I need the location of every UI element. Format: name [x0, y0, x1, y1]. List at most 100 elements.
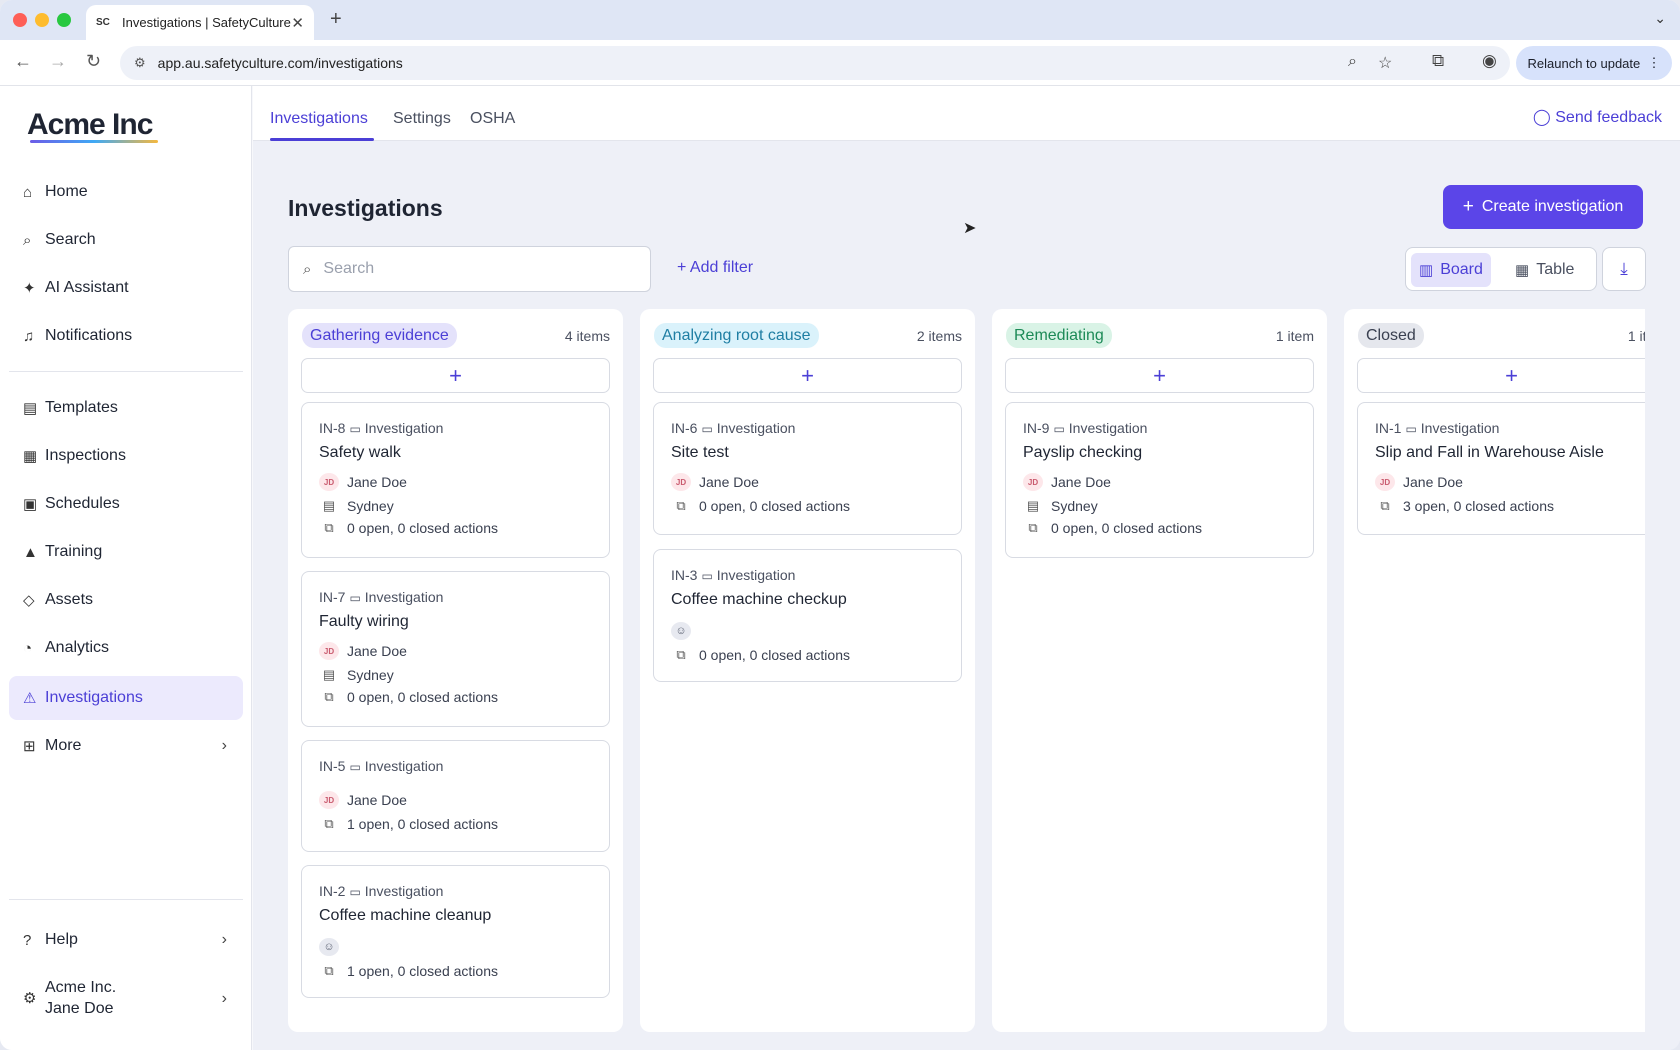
plus-icon: +: [677, 259, 687, 276]
table-view-button[interactable]: ▦ Table: [1507, 253, 1582, 287]
tag-icon: ▭: [349, 885, 361, 899]
actions-icon: ⧉: [324, 816, 334, 831]
sidebar-item-inspections[interactable]: ▦ Inspections: [9, 434, 243, 478]
search-input[interactable]: ⌕ Search: [288, 246, 651, 292]
assignee-row: JD Jane Doe: [319, 642, 407, 660]
relaunch-label: Relaunch to update: [1527, 55, 1641, 71]
sidebar-item-assets[interactable]: ◇ Assets: [9, 578, 243, 622]
investigation-card[interactable]: IN-9 ▭ Investigation Payslip checking JD Ja…: [1005, 402, 1314, 558]
back-icon[interactable]: ←: [14, 51, 32, 72]
calendar-icon: ▣: [23, 496, 38, 513]
add-filter-button[interactable]: + Add filter: [677, 259, 753, 277]
pie-chart-icon: ◔: [23, 639, 33, 657]
relaunch-button[interactable]: Relaunch to update ⋮: [1516, 46, 1672, 80]
tag-icon: ▭: [1405, 422, 1417, 436]
actions-summary: 1 open, 0 closed actions: [347, 816, 498, 832]
investigation-card[interactable]: IN-2 ▭ Investigation Coffee machine cleanu…: [301, 865, 610, 998]
address-bar[interactable]: ⚙ app.au.safetyculture.com/investigation…: [120, 46, 1510, 80]
sidebar-item-notifications[interactable]: ♫ Notifications: [9, 314, 243, 358]
card-id: IN-9: [1023, 420, 1050, 436]
new-tab-icon[interactable]: +: [330, 8, 342, 31]
help-icon: ?: [23, 931, 32, 949]
close-tab-icon[interactable]: ✕: [291, 14, 304, 32]
actions-icon: ⧉: [324, 520, 334, 535]
investigation-card[interactable]: IN-7 ▭ Investigation Faulty wiring JD Jane …: [301, 571, 610, 727]
card-id: IN-8: [319, 420, 346, 436]
create-investigation-button[interactable]: + Create investigation: [1443, 185, 1643, 229]
tag-icon: ▭: [701, 569, 713, 583]
add-card-button[interactable]: +: [301, 358, 610, 393]
tab-osha[interactable]: OSHA: [470, 110, 515, 128]
board-column: Analyzing root cause 2 items + IN-6 ▭ Inve…: [640, 309, 975, 1032]
card-meta: IN-6 ▭ Investigation: [671, 420, 795, 436]
card-title: Coffee machine cleanup: [319, 907, 492, 924]
assignee-row: ☺: [319, 938, 347, 956]
send-feedback-link[interactable]: ◯ Send feedback: [1533, 107, 1662, 127]
assignee-name: Jane Doe: [347, 474, 407, 490]
sidebar-divider: [9, 371, 243, 372]
investigation-card[interactable]: IN-3 ▭ Investigation Coffee machine checku…: [653, 549, 962, 682]
sidebar-item-label: Training: [45, 543, 103, 560]
investigation-card[interactable]: IN-1 ▭ Investigation Slip and Fall in Ware…: [1357, 402, 1645, 535]
site-info-icon[interactable]: ⚙: [134, 55, 146, 71]
assignee-row: JD Jane Doe: [319, 791, 407, 809]
add-card-button[interactable]: +: [1005, 358, 1314, 393]
card-meta: IN-5 ▭ Investigation: [319, 758, 443, 774]
reload-icon[interactable]: ↻: [86, 51, 101, 72]
search-placeholder: Search: [323, 260, 375, 277]
tab-bar: SC Investigations | SafetyCulture ✕ + ⌄: [0, 0, 1680, 40]
sidebar-item-analytics[interactable]: ◔ Analytics: [9, 626, 243, 670]
sidebar-item-search[interactable]: ⌕ Search: [9, 218, 243, 262]
minimize-window-icon[interactable]: [35, 13, 49, 27]
tab-investigations[interactable]: Investigations: [270, 110, 368, 128]
zoom-icon[interactable]: ⌕: [1348, 53, 1357, 71]
maximize-window-icon[interactable]: [57, 13, 71, 27]
star-icon[interactable]: ☆: [1378, 53, 1392, 73]
logo[interactable]: Acme Inc: [27, 108, 153, 142]
location-row: ▤ Sydney: [319, 497, 394, 515]
item-count: 1 item: [1275, 328, 1314, 344]
ai-sparkle-icon: ✦: [23, 280, 36, 297]
sidebar-item-templates[interactable]: ▤ Templates: [9, 386, 243, 430]
account-menu[interactable]: ⚙ Acme Inc. Jane Doe ›: [9, 972, 243, 1024]
forward-icon[interactable]: →: [49, 51, 67, 72]
profile-icon[interactable]: ◉: [1482, 51, 1497, 71]
sidebar-item-help[interactable]: ? Help ›: [9, 918, 243, 962]
avatar: JD: [319, 642, 339, 660]
investigation-card[interactable]: IN-8 ▭ Investigation Safety walk JD Jane Do…: [301, 402, 610, 558]
card-id: IN-7: [319, 589, 346, 605]
card-title: Coffee machine checkup: [671, 591, 847, 608]
sidebar-item-label: Analytics: [45, 639, 110, 656]
tab-search-chevron-icon[interactable]: ⌄: [1654, 10, 1666, 27]
assignee-row: JD Jane Doe: [1023, 473, 1111, 491]
actions-summary: 0 open, 0 closed actions: [699, 498, 850, 514]
browser-tab[interactable]: SC Investigations | SafetyCulture ✕: [86, 5, 314, 40]
board-view-button[interactable]: ▥ Board: [1411, 253, 1491, 287]
status-badge: Analyzing root cause: [654, 323, 819, 348]
download-button[interactable]: ⤓: [1602, 247, 1646, 291]
extensions-icon[interactable]: ⧉: [1432, 51, 1444, 71]
feedback-label: Send feedback: [1555, 109, 1662, 126]
cube-icon: ◇: [23, 592, 35, 609]
investigation-card[interactable]: IN-6 ▭ Investigation Site test JD Jane Doe …: [653, 402, 962, 535]
template-icon: ▤: [23, 400, 38, 417]
add-card-button[interactable]: +: [1357, 358, 1645, 393]
card-title: Site test: [671, 444, 729, 461]
tab-settings[interactable]: Settings: [393, 110, 451, 128]
close-window-icon[interactable]: [13, 13, 27, 27]
investigation-card[interactable]: IN-5 ▭ Investigation JD Jane Doe ⧉ 1 open, 0…: [301, 740, 610, 852]
sidebar-item-training[interactable]: ▲ Training: [9, 530, 243, 574]
sidebar-item-ai-assistant[interactable]: ✦ AI Assistant: [9, 266, 243, 310]
sidebar-item-home[interactable]: ⌂ Home: [9, 170, 243, 214]
bell-icon: ♫: [23, 327, 35, 345]
card-type: Investigation: [1068, 420, 1148, 436]
sidebar-item-more[interactable]: ⊞ More ›: [9, 724, 243, 768]
card-type: Investigation: [364, 758, 444, 774]
actions-summary: 3 open, 0 closed actions: [1403, 498, 1554, 514]
add-card-button[interactable]: +: [653, 358, 962, 393]
sidebar-item-investigations[interactable]: ⚠ Investigations: [9, 676, 243, 720]
card-meta: IN-2 ▭ Investigation: [319, 883, 443, 899]
sidebar-item-schedules[interactable]: ▣ Schedules: [9, 482, 243, 526]
card-id: IN-6: [671, 420, 698, 436]
assignee-name: Jane Doe: [699, 474, 759, 490]
